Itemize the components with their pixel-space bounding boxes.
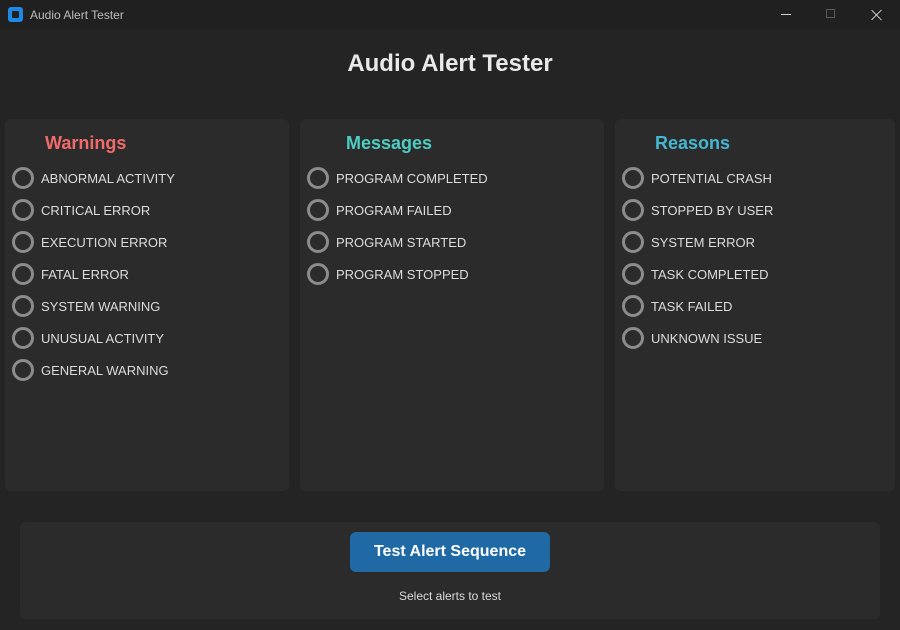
radio-button[interactable] [12,327,34,349]
status-text: Select alerts to test [398,589,502,603]
option-label: UNKNOWN ISSUE [651,331,763,346]
warning-option-fatal-error[interactable]: FATAL ERROR [12,263,272,287]
radio-button[interactable] [12,359,34,381]
radio-button[interactable] [12,167,34,189]
control-panel: Test Alert Sequence Select alerts to tes… [20,522,880,619]
option-label: PROGRAM FAILED [336,203,452,218]
warning-option-critical-error[interactable]: CRITICAL ERROR [12,199,272,223]
warning-option-system-warning[interactable]: SYSTEM WARNING [12,295,272,319]
reason-option-task-failed[interactable]: TASK FAILED [622,295,882,319]
warning-option-unusual-activity[interactable]: UNUSUAL ACTIVITY [12,327,272,351]
message-option-program-failed[interactable]: PROGRAM FAILED [307,199,567,223]
reason-option-task-completed[interactable]: TASK COMPLETED [622,263,882,287]
radio-button[interactable] [307,231,329,253]
messages-panel: Messages PROGRAM COMPLETED PROGRAM FAILE… [300,119,604,491]
radio-button[interactable] [622,231,644,253]
warning-option-general-warning[interactable]: GENERAL WARNING [12,359,272,383]
app-window: Audio Alert Tester Audio Alert Tester Wa… [0,0,900,630]
option-label: CRITICAL ERROR [41,203,151,218]
radio-button[interactable] [622,199,644,221]
window-title: Audio Alert Tester [30,8,124,22]
option-label: UNUSUAL ACTIVITY [41,331,165,346]
radio-button[interactable] [622,295,644,317]
radio-button[interactable] [12,231,34,253]
warnings-panel: Warnings ABNORMAL ACTIVITY CRITICAL ERRO… [5,119,289,491]
maximize-button[interactable] [808,0,854,30]
page-title: Audio Alert Tester [347,50,553,77]
minimize-icon [781,14,791,15]
radio-button[interactable] [622,263,644,285]
close-button[interactable] [854,0,900,30]
option-label: GENERAL WARNING [41,363,169,378]
radio-button[interactable] [307,167,329,189]
close-icon [871,9,883,21]
reason-option-potential-crash[interactable]: POTENTIAL CRASH [622,167,882,191]
radio-button[interactable] [307,263,329,285]
option-label: EXECUTION ERROR [41,235,168,250]
radio-button[interactable] [12,295,34,317]
option-label: FATAL ERROR [41,267,129,282]
warning-option-execution-error[interactable]: EXECUTION ERROR [12,231,272,255]
option-label: SYSTEM WARNING [41,299,161,314]
reasons-panel: Reasons POTENTIAL CRASH STOPPED BY USER … [615,119,895,491]
messages-heading: Messages [346,133,433,153]
option-label: TASK COMPLETED [651,267,769,282]
minimize-button[interactable] [763,0,809,30]
message-option-program-started[interactable]: PROGRAM STARTED [307,231,567,255]
option-label: STOPPED BY USER [651,203,774,218]
title-bar: Audio Alert Tester [0,0,900,30]
warnings-heading: Warnings [45,133,127,153]
radio-button[interactable] [12,199,34,221]
radio-button[interactable] [622,167,644,189]
option-label: SYSTEM ERROR [651,235,756,250]
option-label: PROGRAM COMPLETED [336,171,488,186]
option-label: PROGRAM STOPPED [336,267,469,282]
reasons-heading: Reasons [655,133,731,153]
radio-button[interactable] [622,327,644,349]
test-alert-sequence-button[interactable]: Test Alert Sequence [350,532,550,572]
option-label: TASK FAILED [651,299,733,314]
radio-button[interactable] [307,199,329,221]
message-option-program-stopped[interactable]: PROGRAM STOPPED [307,263,567,287]
message-option-program-completed[interactable]: PROGRAM COMPLETED [307,167,567,191]
radio-button[interactable] [12,263,34,285]
app-icon [8,7,23,22]
maximize-icon [826,9,835,18]
reason-option-system-error[interactable]: SYSTEM ERROR [622,231,882,255]
option-label: PROGRAM STARTED [336,235,467,250]
warning-option-abnormal-activity[interactable]: ABNORMAL ACTIVITY [12,167,272,191]
option-label: ABNORMAL ACTIVITY [41,171,175,186]
reason-option-stopped-by-user[interactable]: STOPPED BY USER [622,199,882,223]
reason-option-unknown-issue[interactable]: UNKNOWN ISSUE [622,327,882,351]
option-label: POTENTIAL CRASH [651,171,772,186]
